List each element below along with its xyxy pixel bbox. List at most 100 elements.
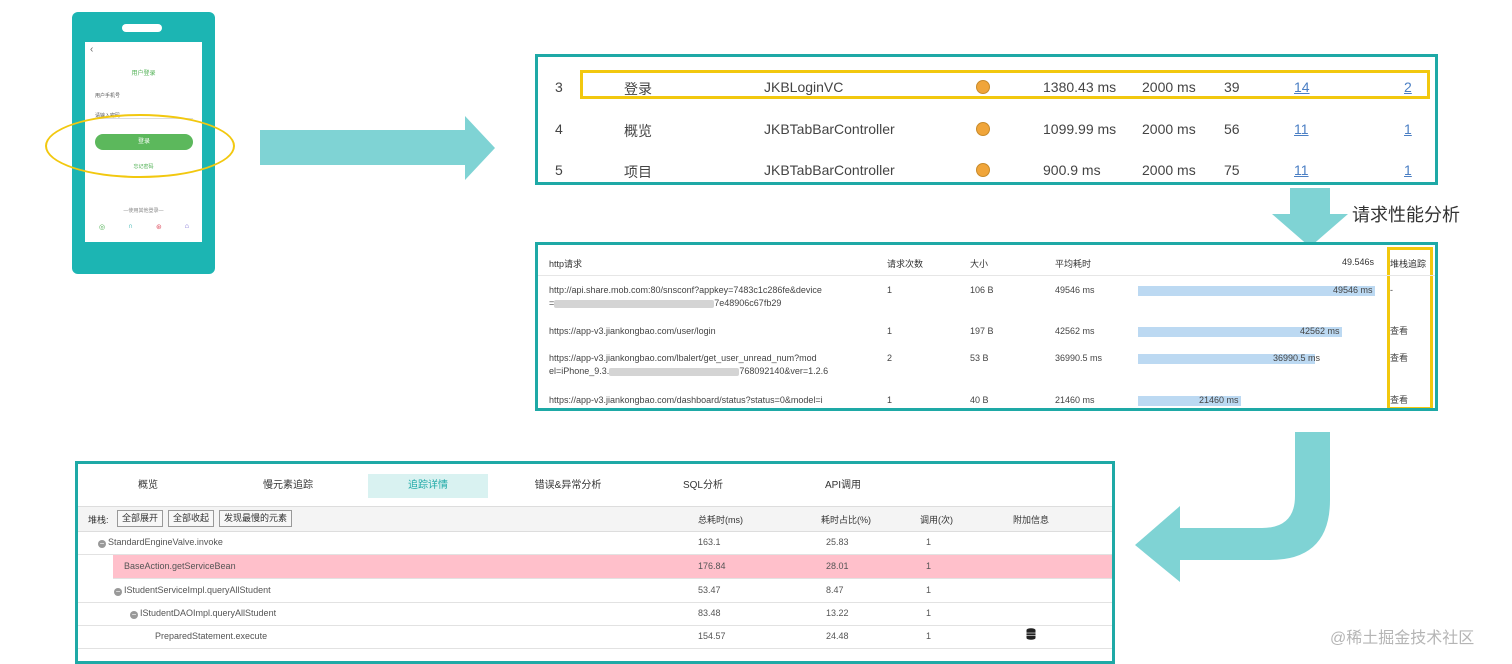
wechat-icon[interactable]: ◎ bbox=[99, 223, 105, 231]
stack-trace-link[interactable]: 查看 bbox=[1390, 394, 1408, 407]
slow-count-link[interactable]: 11 bbox=[1294, 121, 1309, 137]
timing-bar-label: 21460 ms bbox=[1199, 395, 1239, 405]
redacted-block bbox=[609, 367, 740, 376]
request-url-prefix: el=iPhone_9.3. bbox=[549, 366, 610, 376]
divider bbox=[538, 275, 1435, 276]
weibo-icon[interactable]: ⊛ bbox=[156, 223, 162, 231]
col-calls: 调用(次) bbox=[920, 515, 953, 525]
method-name: − IStudentServiceImpl.queryAllStudent bbox=[114, 585, 271, 596]
request-size: 53 B bbox=[970, 353, 989, 363]
back-icon[interactable]: ‹ bbox=[90, 44, 93, 55]
database-icon[interactable] bbox=[1026, 628, 1036, 642]
time-ratio: 28.01 bbox=[826, 561, 849, 571]
status-dot-icon bbox=[976, 163, 990, 177]
request-avg: 42562 ms bbox=[1055, 326, 1095, 336]
request-url[interactable]: https://app-v3.jiankongbao.com/user/logi… bbox=[549, 325, 716, 338]
collapse-all-button[interactable]: 全部收起 bbox=[168, 510, 215, 527]
tab-trace-details[interactable]: 追踪详情 bbox=[368, 474, 488, 498]
social-login-icons: ◎ ∩ ⊛ ⌂ bbox=[99, 223, 189, 231]
threshold: 2000 ms bbox=[1142, 79, 1196, 95]
tab-bar: 概览 慢元素追踪 追踪详情 错误&异常分析 SQL分析 API调用 bbox=[78, 474, 1112, 500]
request-avg: 21460 ms bbox=[1055, 395, 1095, 405]
tab-slow-elements[interactable]: 慢元素追踪 bbox=[238, 474, 338, 498]
request-url[interactable]: https://app-v3.jiankongbao.com/dashboard… bbox=[549, 394, 823, 407]
tab-sql[interactable]: SQL分析 bbox=[668, 474, 738, 498]
total-time: 176.84 bbox=[698, 561, 726, 571]
trace-row[interactable]: − IStudentServiceImpl.queryAllStudent 53.… bbox=[78, 579, 1112, 603]
method-label: StandardEngineValve.invoke bbox=[108, 537, 223, 547]
request-size: 40 B bbox=[970, 395, 989, 405]
trace-link[interactable]: 2 bbox=[1404, 79, 1412, 95]
stack-trace-link[interactable]: - bbox=[1390, 284, 1393, 297]
row-index: 3 bbox=[555, 79, 563, 95]
threshold: 2000 ms bbox=[1142, 162, 1196, 178]
request-size: 106 B bbox=[970, 285, 994, 295]
trace-row[interactable]: − IStudentDAOImpl.queryAllStudent 83.48 1… bbox=[78, 602, 1112, 626]
timing-bar-label: 42562 ms bbox=[1300, 326, 1340, 336]
stack-label: 堆栈: bbox=[88, 515, 109, 525]
table-row[interactable]: 5 项目 JKBTabBarController 900.9 ms 2000 m… bbox=[538, 150, 1435, 190]
time-ratio: 13.22 bbox=[826, 608, 849, 618]
timing-bar-label: 36990.5 ms bbox=[1273, 353, 1321, 363]
request-url-line: el=iPhone_9.3. 768092140&ver=1.2.6 bbox=[549, 365, 879, 378]
trace-row-highlighted[interactable]: BaseAction.getServiceBean 176.84 28.01 1 bbox=[113, 555, 1112, 579]
collapse-icon[interactable]: − bbox=[98, 540, 106, 548]
threshold: 2000 ms bbox=[1142, 121, 1196, 137]
time-ratio: 8.47 bbox=[826, 585, 844, 595]
method-name: BaseAction.getServiceBean bbox=[124, 561, 236, 571]
collapse-icon[interactable]: − bbox=[130, 611, 138, 619]
total-time: 163.1 bbox=[698, 537, 721, 547]
row-index: 5 bbox=[555, 162, 563, 178]
request-url[interactable]: http://api.share.mob.com:80/snsconf?appk… bbox=[549, 284, 879, 310]
avg-time: 900.9 ms bbox=[1043, 162, 1101, 178]
stack-trace-link[interactable]: 查看 bbox=[1390, 325, 1408, 338]
trace-row[interactable]: PreparedStatement.execute 154.57 24.48 1 bbox=[78, 625, 1112, 649]
call-count: 1 bbox=[926, 631, 932, 641]
request-url-line: https://app-v3.jiankongbao.com/lbalert/g… bbox=[549, 353, 817, 363]
method-name: − IStudentDAOImpl.queryAllStudent bbox=[130, 608, 276, 619]
request-url-line: http://api.share.mob.com:80/snsconf?appk… bbox=[549, 285, 822, 295]
method-label: IStudentServiceImpl.queryAllStudent bbox=[124, 585, 271, 595]
tab-api[interactable]: API调用 bbox=[808, 474, 878, 498]
login-button-highlight bbox=[45, 114, 235, 178]
col-ratio: 耗时占比(%) bbox=[821, 515, 871, 525]
qq-icon[interactable]: ∩ bbox=[128, 223, 133, 231]
page-name: 项目 bbox=[624, 164, 652, 180]
stack-trace-link[interactable]: 查看 bbox=[1390, 352, 1408, 365]
other-login-label: —使用其他登录— bbox=[123, 208, 164, 214]
caption-request-analysis: 请求性能分析 bbox=[1352, 205, 1460, 225]
trace-link[interactable]: 1 bbox=[1404, 162, 1412, 178]
call-count: 1 bbox=[926, 585, 932, 595]
right-arrow bbox=[260, 116, 495, 180]
down-arrow bbox=[1272, 188, 1348, 247]
col-avg: 平均耗时 bbox=[1055, 259, 1092, 269]
tab-overview[interactable]: 概览 bbox=[108, 474, 188, 498]
expand-all-button[interactable]: 全部展开 bbox=[117, 510, 164, 527]
row-index: 4 bbox=[555, 121, 563, 137]
find-slowest-button[interactable]: 发现最慢的元素 bbox=[219, 510, 293, 527]
table-row[interactable]: 4 概览 JKBTabBarController 1099.99 ms 2000… bbox=[538, 109, 1435, 149]
count: 39 bbox=[1224, 79, 1240, 95]
trace-toolbar: 堆栈: 全部展开 全部收起 发现最慢的元素 总耗时(ms) 耗时占比(%) 调用… bbox=[78, 506, 1112, 532]
request-count: 2 bbox=[887, 353, 893, 363]
slow-count-link[interactable]: 11 bbox=[1294, 162, 1309, 178]
controller-name: JKBLoginVC bbox=[764, 79, 844, 95]
method-name: − StandardEngineValve.invoke bbox=[98, 537, 223, 548]
other-icon[interactable]: ⌂ bbox=[185, 223, 189, 231]
trace-details-panel: 概览 慢元素追踪 追踪详情 错误&异常分析 SQL分析 API调用 堆栈: 全部… bbox=[75, 461, 1115, 664]
tab-errors[interactable]: 错误&异常分析 bbox=[518, 474, 618, 498]
call-count: 1 bbox=[926, 608, 932, 618]
call-count: 1 bbox=[926, 561, 932, 571]
request-count: 1 bbox=[887, 285, 893, 295]
method-name: PreparedStatement.execute bbox=[155, 631, 268, 641]
slow-count-link[interactable]: 14 bbox=[1294, 79, 1310, 95]
trace-row[interactable]: − StandardEngineValve.invoke 163.1 25.83 … bbox=[78, 531, 1112, 555]
request-url[interactable]: https://app-v3.jiankongbao.com/lbalert/g… bbox=[549, 352, 879, 378]
count: 56 bbox=[1224, 121, 1240, 137]
col-url: http请求 bbox=[549, 259, 583, 269]
controller-name: JKBTabBarController bbox=[764, 121, 895, 137]
trace-link[interactable]: 1 bbox=[1404, 121, 1412, 137]
collapse-icon[interactable]: − bbox=[114, 588, 122, 596]
time-ratio: 25.83 bbox=[826, 537, 849, 547]
table-row[interactable]: 3 登录 JKBLoginVC 1380.43 ms 2000 ms 39 14… bbox=[538, 67, 1435, 107]
